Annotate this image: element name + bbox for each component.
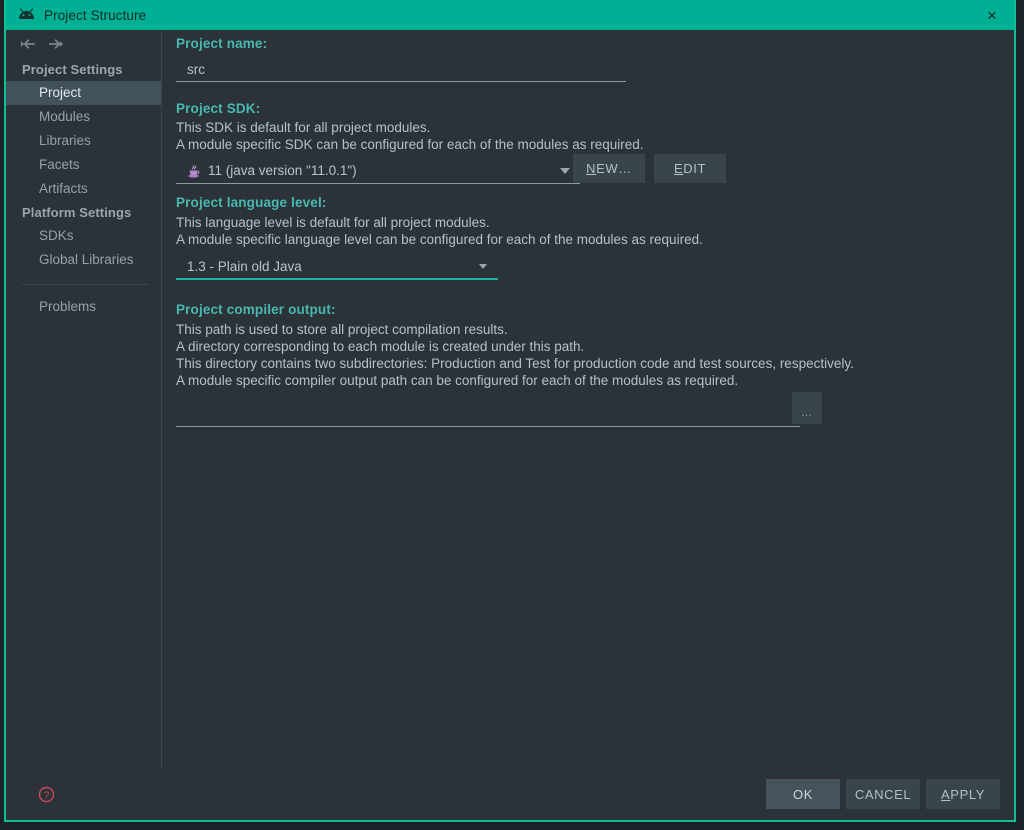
dialog-content: Project Settings Project Modules Librari… [6,30,1014,768]
dialog-title: Project Structure [44,7,147,23]
project-name-value: src [187,62,205,77]
close-icon[interactable]: × [970,0,1014,30]
navigation-arrows [6,30,161,58]
compiler-output-desc-1: This path is used to store all project c… [176,322,508,337]
edit-sdk-button-mnemonic: E [673,161,684,176]
compiler-output-desc-2: A directory corresponding to each module… [176,339,585,354]
dialog-footer: ? OK CANCEL APPLY [6,768,1014,820]
settings-sidebar: Project Settings Project Modules Librari… [6,30,162,768]
sidebar-item-global-libraries[interactable]: Global Libraries [6,248,161,272]
sidebar-item-libraries[interactable]: Libraries [6,129,161,153]
language-level-combobox[interactable]: 1.3 - Plain old Java [176,254,498,280]
browse-path-button[interactable]: … [792,392,822,424]
sidebar-group-platform-settings: Platform Settings [22,205,132,220]
sidebar-item-project[interactable]: Project [6,81,161,105]
new-sdk-button-mnemonic: N [586,161,597,176]
chevron-down-icon [479,263,487,269]
edit-sdk-button-label: DIT [683,161,707,176]
project-sdk-label: Project SDK: [176,101,261,116]
new-sdk-button-label: EW… [596,161,632,176]
project-sdk-value: 11 (java version "11.0.1") [208,163,357,178]
compiler-output-label: Project compiler output: [176,302,336,317]
sidebar-divider [22,284,149,285]
help-icon[interactable]: ? [38,786,55,803]
language-level-desc-2: A module specific language level can be … [176,232,703,247]
sidebar-item-problems[interactable]: Problems [6,295,161,319]
android-studio-icon [19,7,34,19]
sidebar-item-artifacts[interactable]: Artifacts [6,177,161,201]
chevron-down-icon [560,167,570,174]
sidebar-item-sdks[interactable]: SDKs [6,224,161,248]
compiler-output-path-input[interactable] [176,395,800,427]
project-settings-panel: Project name: src Project SDK: This SDK … [162,30,1014,768]
edit-sdk-button[interactable]: EDIT [654,154,726,183]
sidebar-group-project-settings: Project Settings [22,62,123,77]
java-sdk-icon [188,165,200,178]
sidebar-item-facets[interactable]: Facets [6,153,161,177]
forward-arrow-icon[interactable] [49,37,64,51]
new-sdk-button[interactable]: NEW… [573,154,645,183]
apply-button[interactable]: APPLY [926,779,1000,809]
project-sdk-desc-2: A module specific SDK can be configured … [176,137,644,152]
project-sdk-combobox[interactable]: 11 (java version "11.0.1") [176,158,580,184]
compiler-output-desc-4: A module specific compiler output path c… [176,373,739,388]
project-name-label: Project name: [176,36,268,51]
dialog-titlebar: Project Structure × [6,0,1014,30]
compiler-output-desc-3: This directory contains two subdirectori… [176,356,854,371]
language-level-label: Project language level: [176,195,327,210]
project-sdk-desc-1: This SDK is default for all project modu… [176,120,431,135]
language-level-value: 1.3 - Plain old Java [187,258,302,274]
svg-text:?: ? [44,790,50,801]
sidebar-item-modules[interactable]: Modules [6,105,161,129]
language-level-desc-1: This language level is default for all p… [176,215,490,230]
ok-button[interactable]: OK [766,779,840,809]
cancel-button[interactable]: CANCEL [846,779,920,809]
project-name-input[interactable]: src [176,58,626,82]
back-arrow-icon[interactable] [20,37,35,51]
project-structure-dialog: Project Structure × Project Settings Pro… [4,0,1016,822]
dialog-action-buttons: OK CANCEL APPLY [766,779,1000,809]
apply-button-label: PPLY [950,786,985,802]
apply-button-mnemonic: A [941,786,951,802]
